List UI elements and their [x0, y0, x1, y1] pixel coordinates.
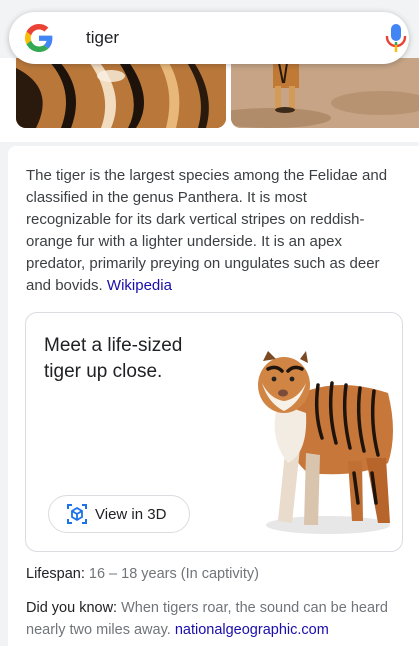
search-bar[interactable]: tiger — [9, 12, 409, 64]
ar-view-card[interactable]: Meet a life-sized tiger up close. View i… — [25, 312, 403, 552]
description-text: The tiger is the largest species among t… — [26, 165, 396, 297]
tiger-closeup-image[interactable] — [16, 58, 226, 128]
search-input[interactable]: tiger — [86, 28, 119, 48]
microphone-icon[interactable] — [385, 24, 407, 52]
google-g-icon[interactable] — [25, 24, 53, 52]
wikipedia-link[interactable]: Wikipedia — [107, 277, 172, 294]
description-body: The tiger is the largest species among t… — [26, 167, 388, 294]
image-strip — [0, 58, 419, 142]
3d-cube-icon — [67, 504, 87, 524]
nationalgeographic-link[interactable]: nationalgeographic.com — [175, 622, 329, 638]
tiger-3d-model-image[interactable] — [248, 343, 398, 538]
lifespan-label: Lifespan: — [26, 566, 85, 582]
lifespan-value: 16 – 18 years (In captivity) — [88, 566, 259, 582]
ar-card-title: Meet a life-sized tiger up close. — [44, 335, 183, 382]
view-in-3d-button[interactable]: View in 3D — [48, 495, 190, 533]
view-in-3d-label: View in 3D — [95, 505, 167, 523]
did-you-know-label: Did you know: — [26, 600, 118, 616]
knowledge-panel: The tiger is the largest species among t… — [8, 146, 419, 646]
did-you-know-row: Did you know: When tigers roar, the soun… — [26, 597, 411, 641]
tiger-walking-image[interactable] — [231, 58, 419, 128]
lifespan-row: Lifespan: 16 – 18 years (In captivity) — [26, 563, 411, 585]
